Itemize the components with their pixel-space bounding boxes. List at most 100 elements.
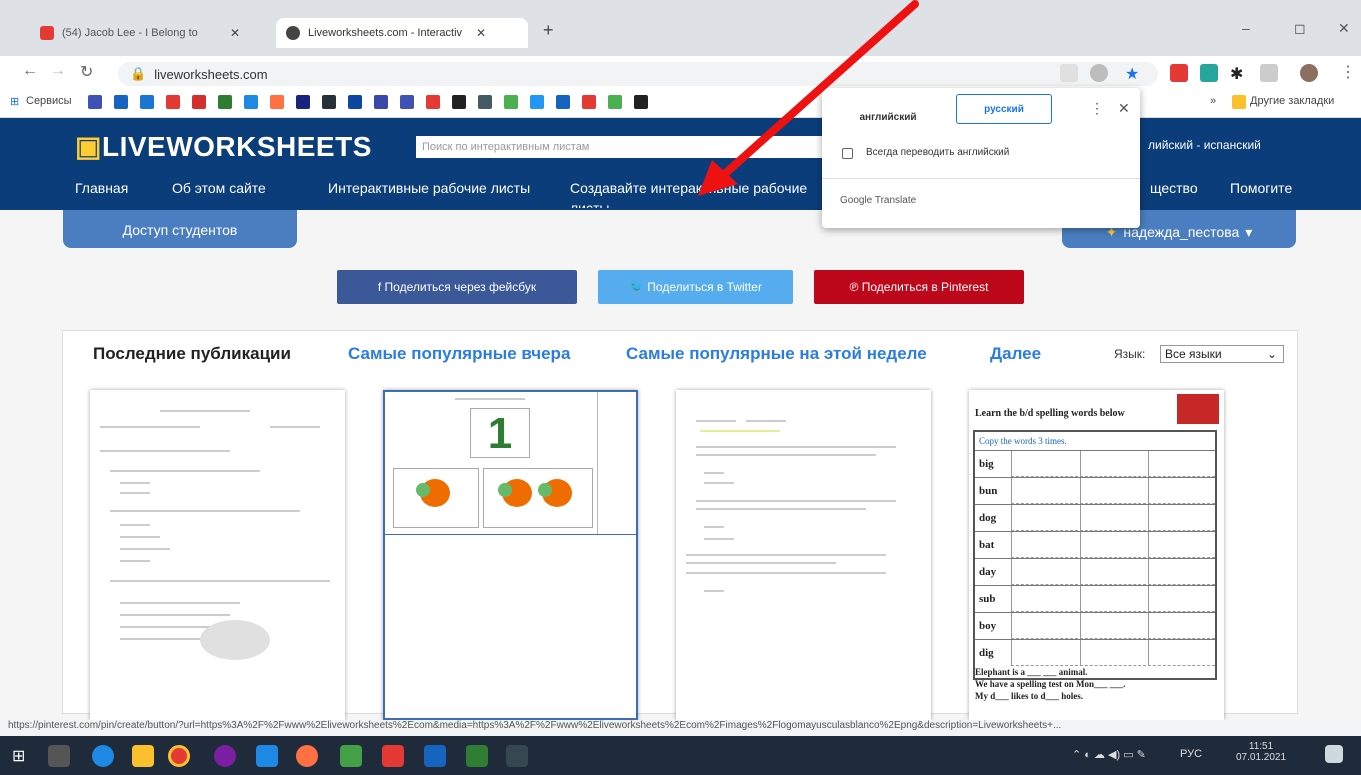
worksheet-thumbnail[interactable]: Learn the b/d spelling words below Copy …: [969, 390, 1224, 720]
viber-icon[interactable]: [214, 745, 236, 767]
word-icon[interactable]: [424, 745, 446, 767]
tab-youtube[interactable]: (54) Jacob Lee - I Belong to ✕: [30, 18, 250, 48]
reload-icon[interactable]: ↻: [80, 62, 93, 82]
edge-icon[interactable]: [92, 745, 114, 767]
bookmark-icon[interactable]: [218, 95, 232, 109]
puzzle-icon[interactable]: ✱: [1230, 64, 1248, 83]
blank-cell[interactable]: [1079, 478, 1147, 504]
bookmark-icon[interactable]: [296, 95, 310, 109]
bookmark-icon[interactable]: [504, 95, 518, 109]
nav-worksheets[interactable]: Интерактивные рабочие листы: [328, 178, 538, 208]
minimize-button[interactable]: –: [1242, 20, 1250, 36]
blank-cell[interactable]: [1079, 613, 1147, 639]
bookmark-icon[interactable]: [244, 95, 258, 109]
forward-arrow-icon[interactable]: →: [50, 62, 66, 80]
blank-cell[interactable]: [1079, 451, 1147, 477]
tab-popular-yesterday[interactable]: Самые популярные вчера: [348, 344, 570, 364]
more-options-icon[interactable]: ⋮: [1090, 100, 1104, 117]
nav-about[interactable]: Об этом сайте: [172, 180, 266, 196]
bookmark-icon[interactable]: [530, 95, 544, 109]
bookmark-icon[interactable]: [322, 95, 336, 109]
bookmark-icon[interactable]: [478, 95, 492, 109]
bookmark-icon[interactable]: [400, 95, 414, 109]
tab-liveworksheets[interactable]: Liveworksheets.com - Interactiv ✕: [276, 18, 528, 48]
bookmark-icon[interactable]: [608, 95, 622, 109]
clock[interactable]: 11:51 07.01.2021: [1236, 741, 1286, 763]
nav-community[interactable]: щество: [1150, 180, 1198, 196]
worksheet-thumbnail-selected[interactable]: 1: [383, 390, 638, 720]
bookmark-icon[interactable]: [634, 95, 648, 109]
blank-cell[interactable]: [1148, 613, 1216, 639]
blank-cell[interactable]: [1148, 451, 1216, 477]
site-logo[interactable]: ▣LIVEWORKSHEETS: [75, 130, 372, 163]
blank-cell[interactable]: [1079, 505, 1147, 531]
translate-tab-russian[interactable]: русский: [956, 94, 1052, 124]
share-facebook-button[interactable]: f Поделиться через фейсбук: [337, 270, 577, 304]
avatar[interactable]: [1300, 64, 1318, 82]
app-icon[interactable]: [256, 745, 278, 767]
bookmark-icon[interactable]: [140, 95, 154, 109]
close-tab-icon[interactable]: ✕: [476, 26, 486, 40]
windows-start-icon[interactable]: ⊞: [12, 746, 25, 766]
star-icon[interactable]: ★: [1125, 64, 1143, 83]
blank-cell[interactable]: [1148, 532, 1216, 558]
tab-more[interactable]: Далее: [990, 344, 1041, 364]
excel-icon[interactable]: [466, 745, 488, 767]
bookmark-icon[interactable]: [88, 95, 102, 109]
keyboard-language[interactable]: РУС: [1180, 748, 1202, 760]
maximize-button[interactable]: ◻: [1294, 20, 1306, 37]
extension-icon[interactable]: [1200, 64, 1218, 82]
calculator-icon[interactable]: [506, 745, 528, 767]
chrome-icon[interactable]: [168, 745, 190, 767]
blank-cell[interactable]: [1011, 451, 1078, 477]
language-select[interactable]: Все языки ⌄: [1160, 345, 1284, 363]
blank-cell[interactable]: [1011, 586, 1078, 612]
blank-cell[interactable]: [1148, 586, 1216, 612]
tray-icons[interactable]: ⌃ ◐ ☁ ◀) ▭ ✎: [1072, 748, 1146, 761]
bookmark-icon[interactable]: [582, 95, 596, 109]
blank-cell[interactable]: [1079, 559, 1147, 585]
office-icon[interactable]: [382, 745, 404, 767]
address-bar[interactable]: 🔒 liveworksheets.com: [118, 62, 1158, 86]
blank-cell[interactable]: [1079, 640, 1147, 666]
close-tab-icon[interactable]: ✕: [230, 26, 240, 40]
bookmark-icon[interactable]: [374, 95, 388, 109]
apps-label[interactable]: Сервисы: [26, 95, 72, 107]
blank-cell[interactable]: [1011, 559, 1078, 585]
bookmark-icon[interactable]: [452, 95, 466, 109]
blank-cell[interactable]: [1148, 640, 1216, 666]
blank-cell[interactable]: [1079, 532, 1147, 558]
blank-cell[interactable]: [1011, 505, 1078, 531]
notifications-icon[interactable]: [1325, 745, 1343, 763]
close-icon[interactable]: ✕: [1118, 100, 1130, 117]
blank-cell[interactable]: [1011, 532, 1078, 558]
back-arrow-icon[interactable]: ←: [22, 62, 38, 80]
bookmark-icon[interactable]: [556, 95, 570, 109]
close-window-button[interactable]: ✕: [1338, 20, 1350, 37]
worksheet-thumbnail[interactable]: [676, 390, 931, 720]
blank-cell[interactable]: [1011, 640, 1078, 666]
bookmark-icon[interactable]: [348, 95, 362, 109]
translate-icon[interactable]: [1090, 64, 1108, 82]
app-icon[interactable]: [340, 745, 362, 767]
blank-cell[interactable]: [1011, 478, 1078, 504]
student-access-button[interactable]: Доступ студентов: [63, 210, 297, 248]
new-tab-button[interactable]: +: [543, 20, 554, 41]
bookmark-icon[interactable]: [426, 95, 440, 109]
blank-cell[interactable]: [1011, 613, 1078, 639]
explorer-icon[interactable]: [132, 745, 154, 767]
worksheet-thumbnail[interactable]: [90, 390, 345, 720]
tab-popular-week[interactable]: Самые популярные на этой неделе: [626, 344, 927, 364]
blank-cell[interactable]: [1148, 505, 1216, 531]
share-pinterest-button[interactable]: ℗ Поделиться в Pinterest: [814, 270, 1024, 304]
apps-grid-icon[interactable]: ⊞: [10, 95, 19, 108]
blank-cell[interactable]: [1148, 478, 1216, 504]
other-bookmarks[interactable]: Другие закладки: [1250, 95, 1334, 107]
task-view-icon[interactable]: [48, 745, 70, 767]
paint-icon[interactable]: [296, 745, 318, 767]
bookmark-icon[interactable]: [114, 95, 128, 109]
blank-cell[interactable]: [1148, 559, 1216, 585]
bookmarks-overflow-icon[interactable]: »: [1210, 95, 1216, 107]
tab-latest[interactable]: Последние публикации: [93, 344, 291, 364]
bookmark-icon[interactable]: [166, 95, 180, 109]
